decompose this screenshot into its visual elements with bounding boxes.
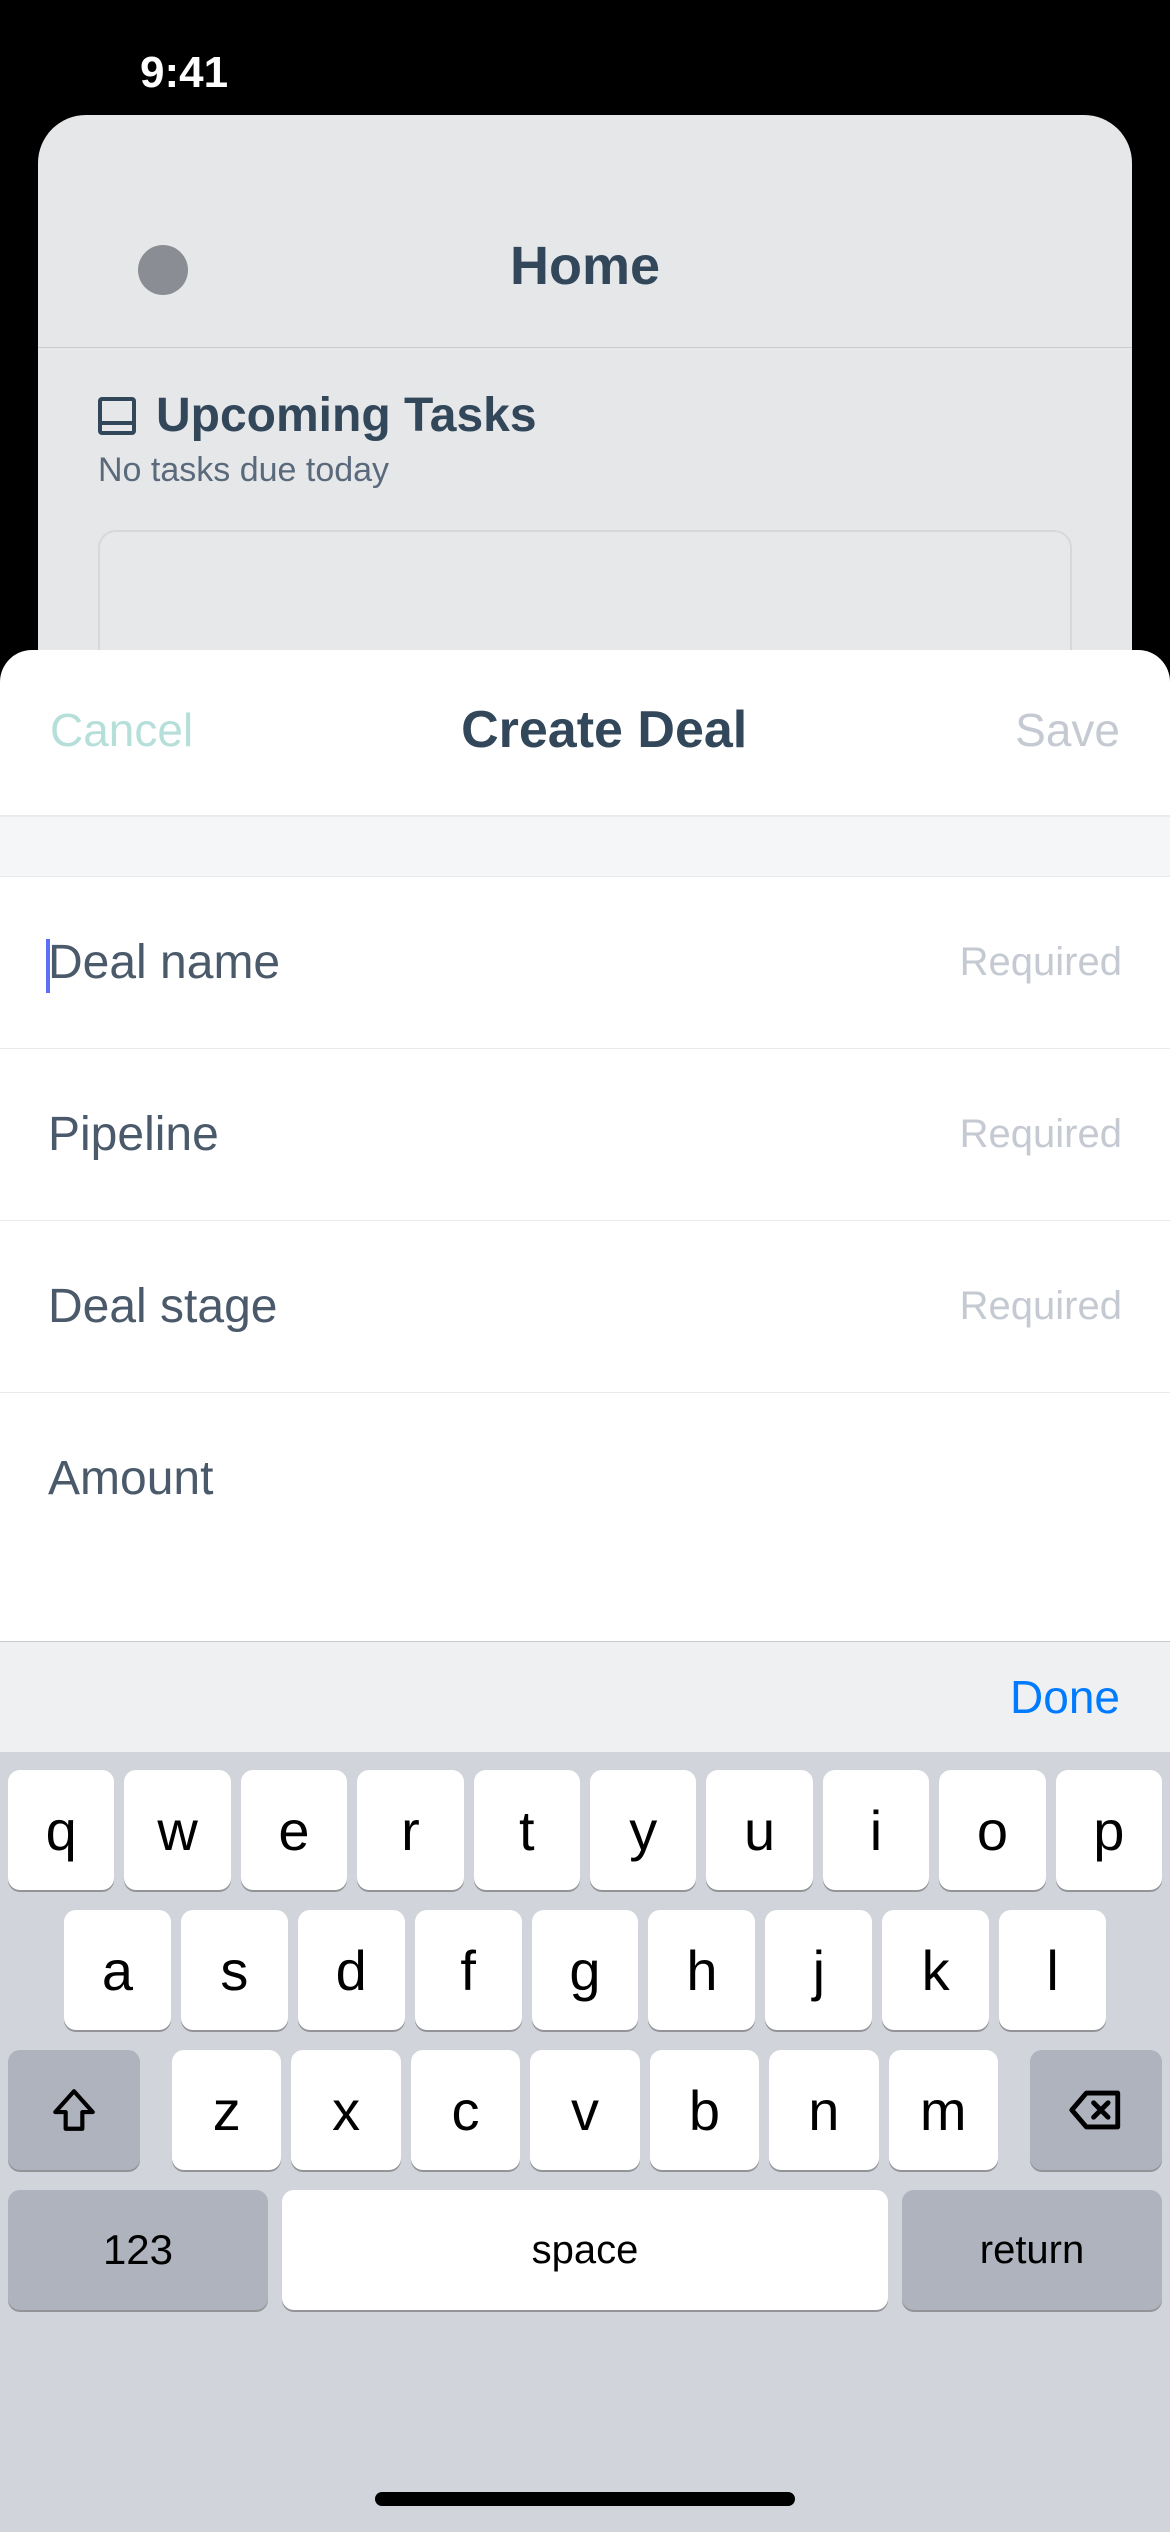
key-q[interactable]: q bbox=[8, 1770, 114, 1890]
key-f[interactable]: f bbox=[415, 1910, 522, 2030]
key-w[interactable]: w bbox=[124, 1770, 230, 1890]
task-list-icon bbox=[98, 397, 136, 435]
keyboard-done-button[interactable]: Done bbox=[1010, 1670, 1120, 1724]
sheet-title: Create Deal bbox=[461, 700, 747, 760]
key-j[interactable]: j bbox=[765, 1910, 872, 2030]
deal-stage-field[interactable]: Deal stage Required bbox=[0, 1221, 1170, 1393]
device-frame: 9:41 Home Upcoming Tasks No tasks due to… bbox=[0, 0, 1170, 2532]
field-label: Amount bbox=[48, 1451, 213, 1506]
return-key[interactable]: return bbox=[902, 2190, 1162, 2310]
key-v[interactable]: v bbox=[530, 2050, 639, 2170]
shift-icon bbox=[49, 2085, 99, 2135]
numeric-key[interactable]: 123 bbox=[8, 2190, 268, 2310]
required-hint: Required bbox=[960, 1112, 1122, 1157]
tasks-title: Upcoming Tasks bbox=[156, 388, 537, 443]
keyboard-row-3: z x c v b n m bbox=[8, 2050, 1162, 2170]
tasks-heading: Upcoming Tasks bbox=[98, 388, 1072, 443]
backspace-icon bbox=[1067, 2081, 1125, 2139]
key-p[interactable]: p bbox=[1056, 1770, 1162, 1890]
key-t[interactable]: t bbox=[474, 1770, 580, 1890]
key-m[interactable]: m bbox=[889, 2050, 998, 2170]
save-button[interactable]: Save bbox=[1015, 703, 1120, 757]
key-k[interactable]: k bbox=[882, 1910, 989, 2030]
deal-name-label-text: Deal name bbox=[48, 936, 280, 989]
required-hint: Required bbox=[960, 1284, 1122, 1329]
status-bar: 9:41 bbox=[0, 0, 1170, 110]
keyboard-row-4: 123 space return bbox=[8, 2190, 1162, 2310]
home-header: Home bbox=[38, 115, 1132, 348]
deal-name-field[interactable]: Deal name Required bbox=[0, 877, 1170, 1049]
field-label: Pipeline bbox=[48, 1107, 219, 1162]
amount-field[interactable]: Amount bbox=[0, 1393, 1170, 1536]
keyboard-toolbar: Done bbox=[0, 1641, 1170, 1752]
key-r[interactable]: r bbox=[357, 1770, 463, 1890]
pipeline-field[interactable]: Pipeline Required bbox=[0, 1049, 1170, 1221]
key-h[interactable]: h bbox=[648, 1910, 755, 2030]
key-g[interactable]: g bbox=[532, 1910, 639, 2030]
keyboard-keys: q w e r t y u i o p a s d f g h j k l bbox=[0, 1752, 1170, 2342]
home-indicator-area bbox=[0, 2342, 1170, 2532]
keyboard-area: Done q w e r t y u i o p a s d f g h bbox=[0, 1641, 1170, 2532]
key-c[interactable]: c bbox=[411, 2050, 520, 2170]
key-y[interactable]: y bbox=[590, 1770, 696, 1890]
key-d[interactable]: d bbox=[298, 1910, 405, 2030]
tasks-subtitle: No tasks due today bbox=[98, 451, 1072, 490]
key-z[interactable]: z bbox=[172, 2050, 281, 2170]
key-b[interactable]: b bbox=[650, 2050, 759, 2170]
page-title: Home bbox=[78, 235, 1092, 297]
key-l[interactable]: l bbox=[999, 1910, 1106, 2030]
home-indicator[interactable] bbox=[375, 2492, 795, 2506]
key-n[interactable]: n bbox=[769, 2050, 878, 2170]
keyboard-row-1: q w e r t y u i o p bbox=[8, 1770, 1162, 1890]
key-a[interactable]: a bbox=[64, 1910, 171, 2030]
key-e[interactable]: e bbox=[241, 1770, 347, 1890]
key-i[interactable]: i bbox=[823, 1770, 929, 1890]
row3-letters: z x c v b n m bbox=[172, 2050, 998, 2170]
space-key[interactable]: space bbox=[282, 2190, 888, 2310]
key-s[interactable]: s bbox=[181, 1910, 288, 2030]
text-cursor-icon bbox=[46, 939, 50, 993]
field-label: Deal stage bbox=[48, 1279, 277, 1334]
cancel-button[interactable]: Cancel bbox=[50, 703, 193, 757]
key-o[interactable]: o bbox=[939, 1770, 1045, 1890]
sheet-header: Cancel Create Deal Save bbox=[0, 650, 1170, 817]
shift-key[interactable] bbox=[8, 2050, 140, 2170]
field-label: Deal name bbox=[48, 935, 280, 990]
avatar-dot-icon bbox=[138, 245, 188, 295]
status-time: 9:41 bbox=[140, 48, 228, 98]
backspace-key[interactable] bbox=[1030, 2050, 1162, 2170]
sheet-spacer bbox=[0, 817, 1170, 877]
required-hint: Required bbox=[960, 940, 1122, 985]
key-u[interactable]: u bbox=[706, 1770, 812, 1890]
keyboard-row-2: a s d f g h j k l bbox=[8, 1910, 1162, 2030]
key-x[interactable]: x bbox=[291, 2050, 400, 2170]
